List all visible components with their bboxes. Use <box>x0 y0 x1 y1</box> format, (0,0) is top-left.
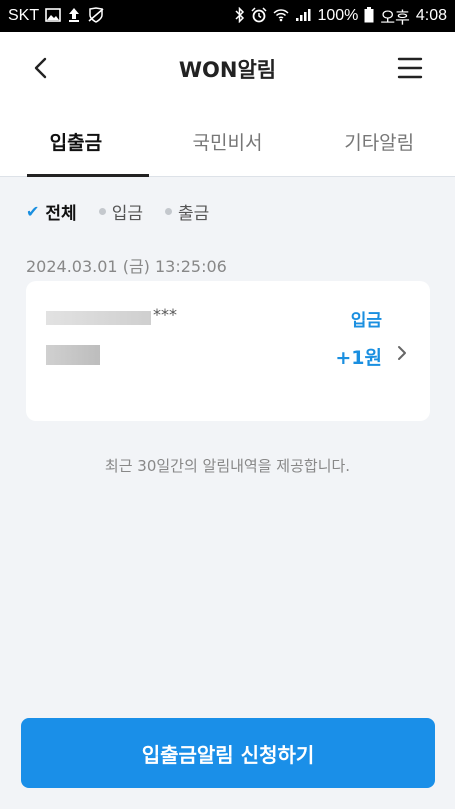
masked-account-number <box>46 311 151 325</box>
menu-button[interactable] <box>397 56 423 80</box>
transaction-amount: +1원 <box>335 347 382 369</box>
transaction-type: 입금 <box>350 311 382 331</box>
battery-percent: 100% <box>317 7 359 24</box>
dot-icon <box>164 208 172 215</box>
time-ampm: 오후 <box>380 10 410 27</box>
hamburger-menu-icon <box>397 57 423 79</box>
tab-national-secretary[interactable]: 국민비서 <box>152 106 304 176</box>
history-footnote: 최근 30일간의 알림내역을 제공합니다. <box>104 457 351 475</box>
notification-card[interactable]: *** 입금 +1원 <box>26 281 430 421</box>
check-icon: ✔ <box>26 202 40 221</box>
filter-withdrawal-label: 출금 <box>177 204 210 224</box>
tab-other-alerts[interactable]: 기타알림 <box>303 106 455 176</box>
filter-all-label: 전체 <box>45 204 77 224</box>
upload-icon <box>67 7 81 25</box>
filter-deposit[interactable]: 입금 <box>98 199 143 224</box>
filter-deposit-label: 입금 <box>111 204 143 224</box>
wifi-icon <box>273 8 289 24</box>
alarm-icon <box>251 7 268 25</box>
battery-icon <box>364 7 374 25</box>
status-bar: SKT 100% 오후 4:08 <box>0 0 455 32</box>
page-title: WON알림 <box>178 58 277 82</box>
chevron-left-icon <box>34 57 47 79</box>
tab-bar: 입출금 국민비서 기타알림 <box>0 106 455 177</box>
detail-button[interactable] <box>392 343 412 363</box>
bluetooth-icon <box>235 6 245 25</box>
filter-withdrawal[interactable]: 출금 <box>164 199 210 224</box>
back-button[interactable] <box>28 54 56 82</box>
tab-deposit-withdrawal[interactable]: 입출금 <box>0 106 152 177</box>
masked-sender-name <box>46 345 100 365</box>
shield-off-icon <box>87 7 105 25</box>
app-bar: WON알림 <box>0 32 455 107</box>
filter-group: ✔ 전체 입금 출금 <box>26 199 209 224</box>
image-icon <box>45 8 61 24</box>
carrier-label: SKT <box>8 7 40 24</box>
time-label: 4:08 <box>415 7 447 24</box>
chevron-right-icon <box>398 346 406 360</box>
account-suffix: *** <box>153 305 177 324</box>
content-area: ✔ 전체 입금 출금 2024.03.01 (금) 13:25:06 *** 입… <box>0 177 455 809</box>
notification-datetime: 2024.03.01 (금) 13:25:06 <box>26 257 227 276</box>
dot-icon <box>98 208 106 215</box>
filter-all[interactable]: ✔ 전체 <box>26 199 77 224</box>
apply-notification-button[interactable]: 입출금알림 신청하기 <box>21 718 435 788</box>
signal-icon <box>295 8 311 24</box>
